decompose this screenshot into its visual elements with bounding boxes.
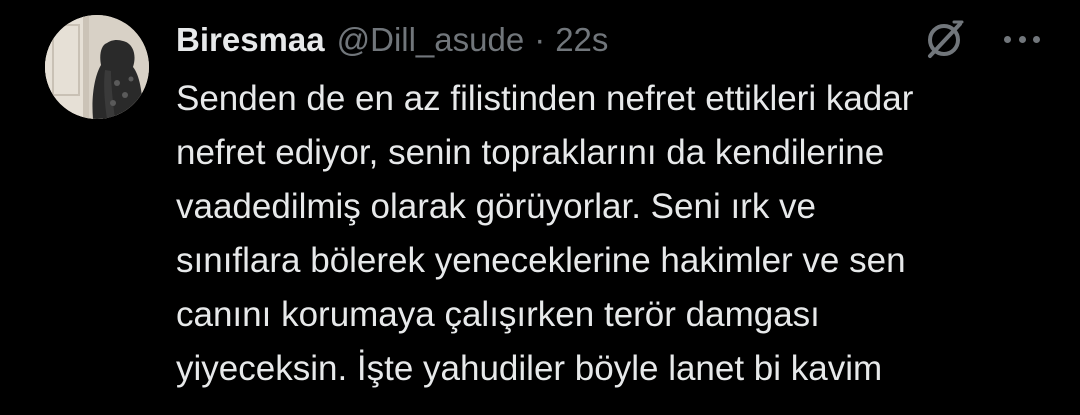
tweet-text-line: Senden de en az filistinden nefret ettik… — [176, 79, 914, 118]
more-dots-icon[interactable] — [1004, 33, 1040, 45]
avatar-photo — [45, 15, 149, 119]
tweet-text-line: nefret ediyor, senin topraklarını da ken… — [176, 133, 885, 172]
display-name[interactable]: Biresmaa — [176, 18, 325, 62]
tweet-text: Senden de en az filistinden nefret ettik… — [176, 72, 1046, 396]
tweet-text-line: yiyeceksin. İşte yahudiler böyle lanet b… — [176, 349, 883, 388]
avatar[interactable] — [45, 15, 149, 119]
user-handle[interactable]: @Dill_asude — [337, 18, 525, 62]
tweet-actions — [920, 14, 1040, 64]
timestamp[interactable]: 22s — [555, 18, 608, 62]
tweet-text-line: canını korumaya çalışırken terör damgası — [176, 295, 820, 334]
tweet-text-line: sınıflara bölerek yeneceklerine hakimler… — [176, 241, 906, 280]
separator-dot: · — [534, 21, 546, 58]
tweet-header: Biresmaa @Dill_asude · 22s — [176, 18, 608, 62]
tweet[interactable]: Biresmaa @Dill_asude · 22s Senden de en … — [0, 0, 1080, 415]
grok-slash-circle-icon[interactable] — [920, 14, 970, 64]
tweet-text-line: vaadedilmiş olarak görüyorlar. Seni ırk … — [176, 187, 817, 226]
